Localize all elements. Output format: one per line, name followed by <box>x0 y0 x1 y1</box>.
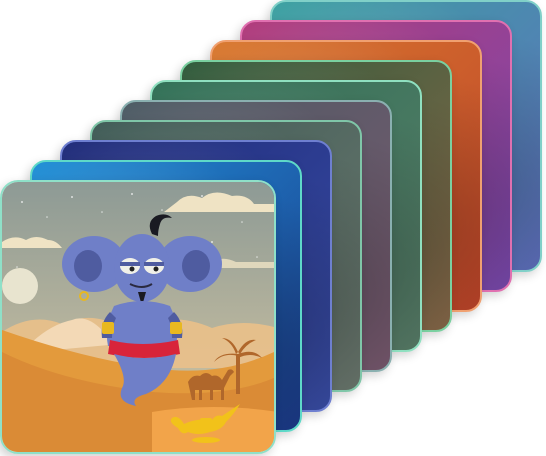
genie-card[interactable] <box>0 180 276 454</box>
image-card-stack <box>0 0 546 456</box>
torso <box>106 301 178 346</box>
genie-illustration <box>2 182 274 452</box>
moon <box>2 268 38 304</box>
